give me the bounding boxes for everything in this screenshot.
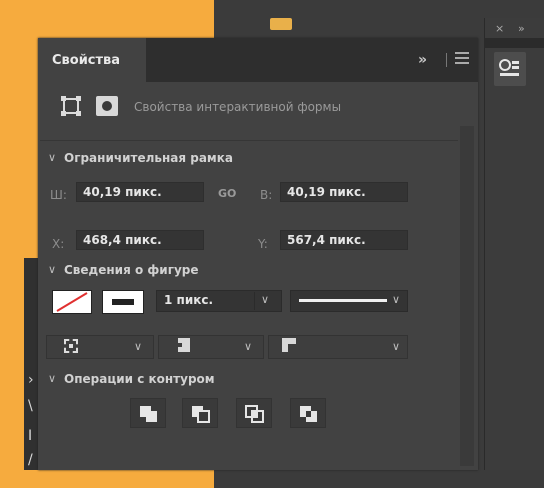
dropdown-separator xyxy=(254,292,255,310)
height-field[interactable]: 40,19 пикс. xyxy=(280,182,408,202)
chevron-down-icon[interactable]: ∨ xyxy=(392,293,400,306)
tool-icon[interactable]: \ xyxy=(28,398,33,414)
x-position-field[interactable]: 468,4 пикс. xyxy=(76,230,204,250)
document-tab-indicator[interactable] xyxy=(270,18,292,30)
collapse-icon[interactable]: » xyxy=(518,22,525,35)
chevron-down-icon[interactable]: ∨ xyxy=(48,263,56,276)
stroke-align-icon xyxy=(64,339,78,353)
fill-color-swatch[interactable] xyxy=(52,290,92,314)
chevron-down-icon[interactable]: ∨ xyxy=(244,340,252,353)
close-icon[interactable]: × xyxy=(495,22,504,35)
exclude-shape-icon xyxy=(300,406,317,422)
subtract-shape-icon xyxy=(192,406,210,423)
combine-shapes-button[interactable] xyxy=(130,398,166,428)
width-field[interactable]: 40,19 пикс. xyxy=(76,182,204,202)
stroke-style-dropdown[interactable] xyxy=(290,290,408,312)
stroke-color-swatch[interactable] xyxy=(102,290,144,314)
width-label: Ш: xyxy=(50,188,67,202)
mask-icon[interactable] xyxy=(96,96,118,116)
dock-header xyxy=(484,38,544,48)
shape-properties-label: Свойства интерактивной формы xyxy=(134,100,342,114)
tool-icon[interactable]: › xyxy=(28,372,34,388)
chevron-down-icon[interactable]: ∨ xyxy=(48,372,56,385)
section-bounding-box-title[interactable]: Ограничительная рамка xyxy=(64,151,233,165)
combine-shapes-icon xyxy=(140,406,157,422)
x-label: X: xyxy=(52,237,65,251)
chevron-down-icon[interactable]: ∨ xyxy=(261,293,269,306)
section-path-operations-title[interactable]: Операции с контуром xyxy=(64,372,215,386)
intersect-shape-icon xyxy=(245,405,264,423)
divider xyxy=(40,140,458,141)
stroke-corners-icon xyxy=(282,338,296,352)
y-position-field[interactable]: 567,4 пикс. xyxy=(280,230,408,250)
tool-icon[interactable]: I xyxy=(28,428,32,444)
subtract-front-shape-button[interactable] xyxy=(182,398,218,428)
libraries-panel-icon[interactable] xyxy=(494,52,526,86)
intersect-shape-areas-button[interactable] xyxy=(236,398,272,428)
height-label: В: xyxy=(260,188,273,202)
tool-icon[interactable]: / xyxy=(28,452,33,468)
chevron-down-icon[interactable]: ∨ xyxy=(48,151,56,164)
panel-menu-icon[interactable] xyxy=(455,52,469,64)
exclude-overlapping-shapes-button[interactable] xyxy=(290,398,326,428)
tab-properties-label: Свойства xyxy=(52,53,121,68)
header-separator xyxy=(446,53,447,67)
link-dimensions-icon[interactable]: GO xyxy=(218,187,236,200)
chevron-down-icon[interactable]: ∨ xyxy=(392,340,400,353)
expand-panels-icon[interactable]: » xyxy=(418,52,427,68)
section-shape-info-title[interactable]: Сведения о фигуре xyxy=(64,263,199,277)
stroke-caps-icon xyxy=(174,338,190,352)
panel-scrollbar[interactable] xyxy=(460,126,474,466)
stroke-width-value: 1 пикс. xyxy=(164,293,214,307)
transform-frame-icon[interactable] xyxy=(60,95,82,117)
y-label: Y: xyxy=(258,237,268,251)
chevron-down-icon[interactable]: ∨ xyxy=(134,340,142,353)
